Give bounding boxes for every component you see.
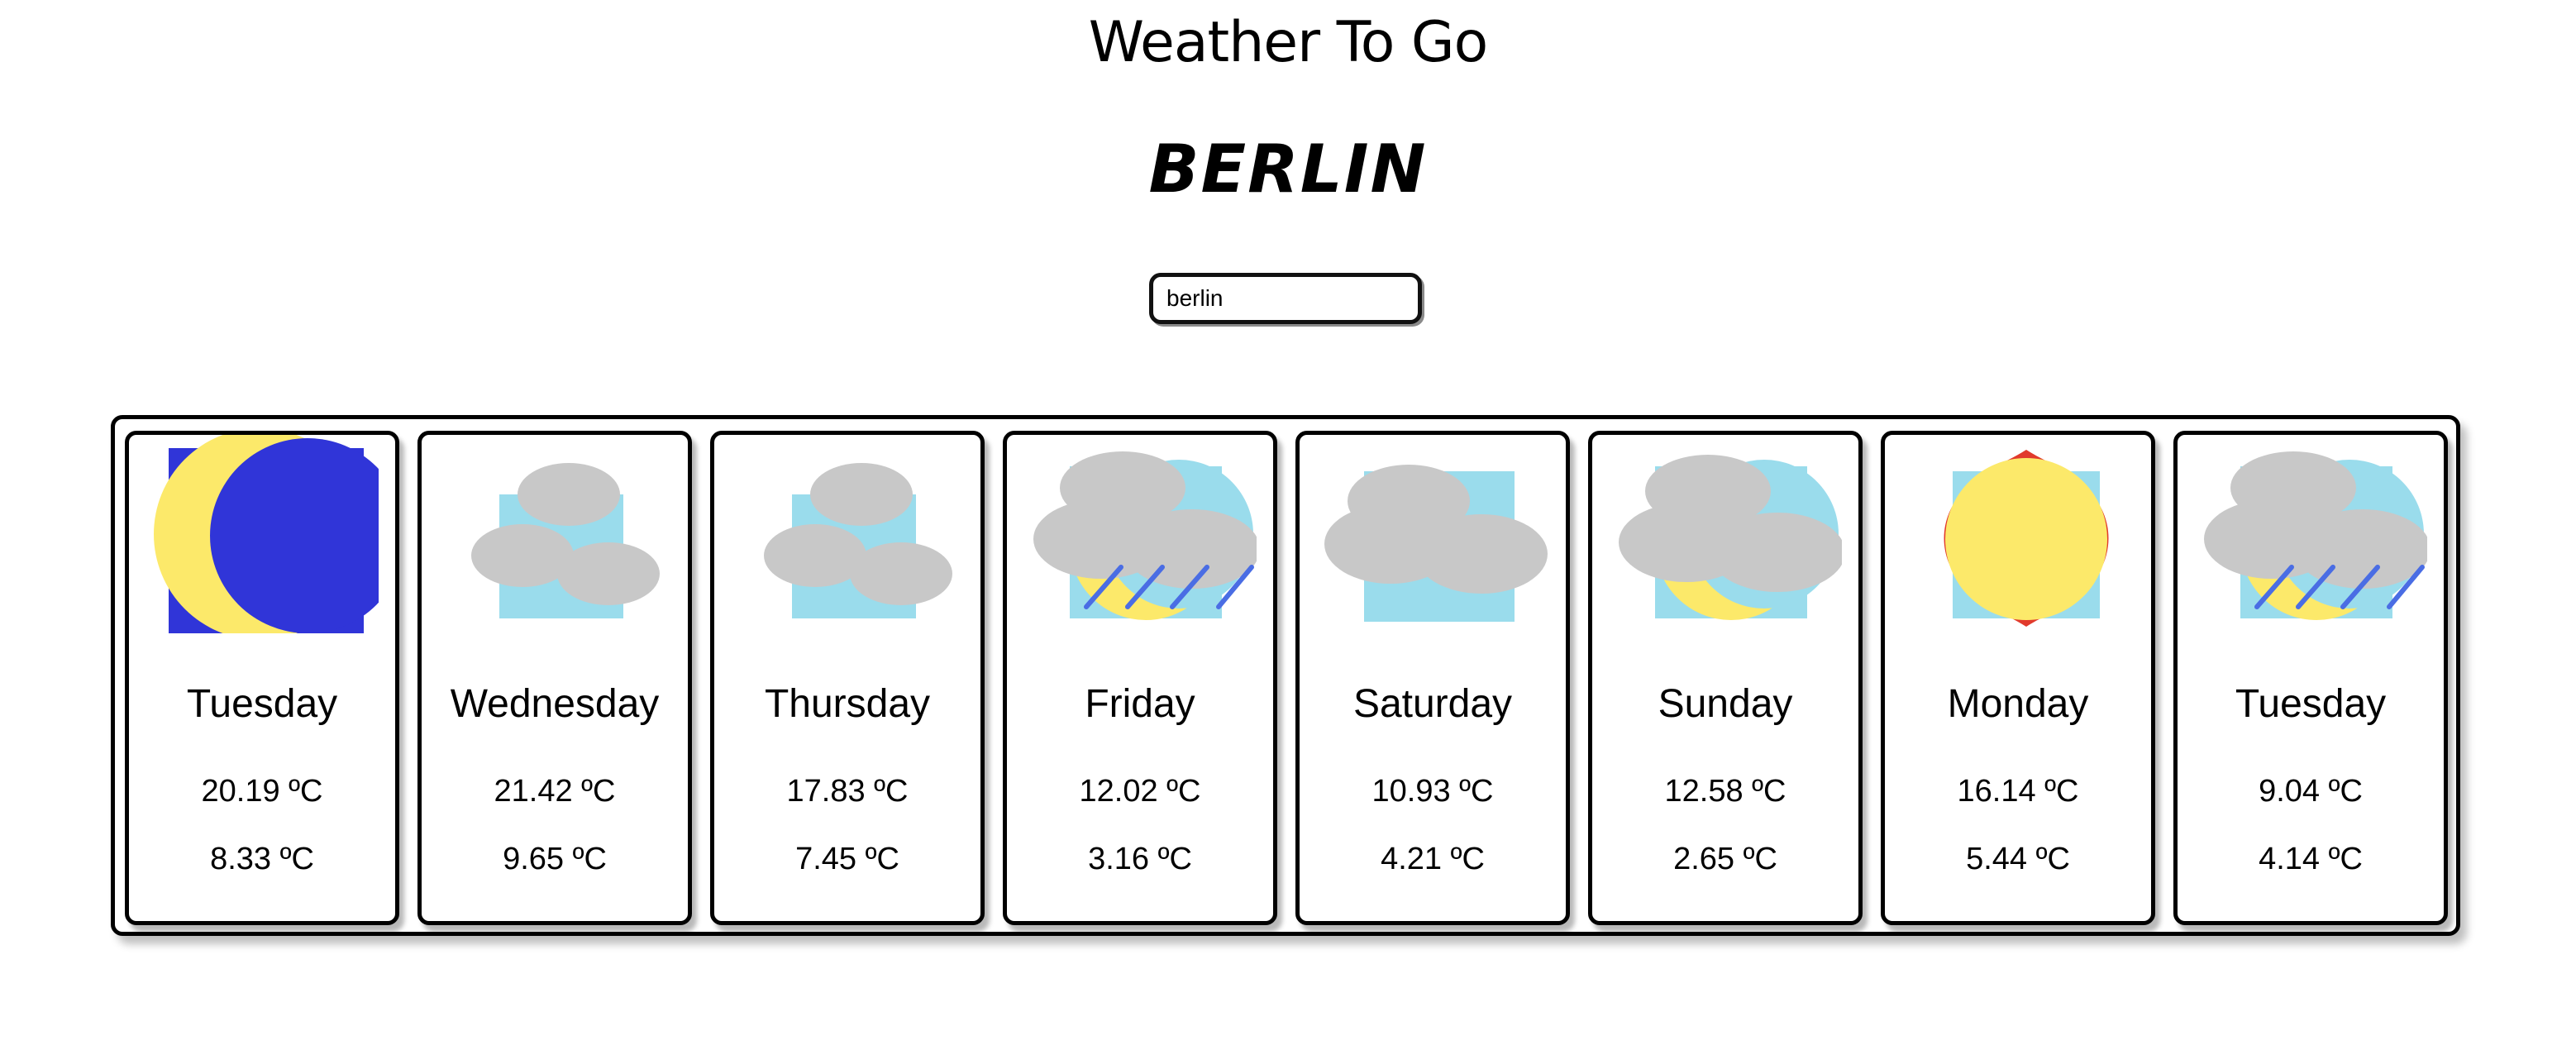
day-label: Saturday xyxy=(1352,682,1513,726)
max-temperature: 9.04 ºC xyxy=(2259,774,2363,809)
city-name: BERLIN xyxy=(1148,131,1428,208)
city-search-input[interactable] xyxy=(1149,273,1422,324)
day-label: Wednesday xyxy=(450,682,660,726)
scattered-clouds-icon xyxy=(471,463,660,618)
forecast-card-wednesday: Wednesday 21.42 ºC 9.65 ºC xyxy=(417,431,692,925)
app-title: Weather To Go xyxy=(1088,10,1488,75)
forecast-card-tuesday-next: Tuesday 9.04 ºC 4.14 ºC xyxy=(2173,431,2448,925)
day-label: Tuesday xyxy=(2235,682,2387,726)
max-temperature: 10.93 ºC xyxy=(1371,774,1494,809)
min-temperature: 8.33 ºC xyxy=(210,842,314,876)
overcast-clouds-icon xyxy=(1324,465,1548,622)
forecast-card-tuesday: Tuesday 20.19 ºC 8.33 ºC xyxy=(125,431,399,925)
forecast-card-monday: Monday 16.14 ºC 5.44 ºC xyxy=(1881,431,2155,925)
max-temperature: 12.58 ºC xyxy=(1664,774,1787,809)
min-temperature: 4.21 ºC xyxy=(1381,842,1485,876)
day-label: Friday xyxy=(1085,682,1195,726)
day-label: Sunday xyxy=(1658,682,1793,726)
forecast-card-thursday: Thursday 17.83 ºC 7.45 ºC xyxy=(710,431,985,925)
partly-cloudy-icon xyxy=(1619,455,1842,620)
forecast-card-saturday: Saturday 10.93 ºC 4.21 ºC xyxy=(1295,431,1570,925)
rain-icon xyxy=(1033,451,1257,620)
min-temperature: 7.45 ºC xyxy=(795,842,899,876)
max-temperature: 17.83 ºC xyxy=(786,774,909,809)
max-temperature: 20.19 ºC xyxy=(201,774,323,809)
min-temperature: 4.14 ºC xyxy=(2259,842,2363,876)
min-temperature: 3.16 ºC xyxy=(1088,842,1192,876)
min-temperature: 2.65 ºC xyxy=(1673,842,1777,876)
day-label: Thursday xyxy=(764,682,931,726)
max-temperature: 21.42 ºC xyxy=(494,774,616,809)
clear-night-icon xyxy=(154,435,379,633)
day-label: Monday xyxy=(1947,682,2089,726)
day-label: Tuesday xyxy=(186,682,338,726)
sunny-icon xyxy=(1944,450,2109,627)
min-temperature: 9.65 ºC xyxy=(503,842,607,876)
max-temperature: 12.02 ºC xyxy=(1079,774,1201,809)
rain-icon xyxy=(2204,451,2427,620)
forecast-panel: Tuesday 20.19 ºC 8.33 ºC Wednesday 21.42… xyxy=(111,415,2460,936)
scattered-clouds-icon xyxy=(764,463,952,618)
forecast-card-friday: Friday 12.02 ºC 3.16 ºC xyxy=(1003,431,1277,925)
min-temperature: 5.44 ºC xyxy=(1966,842,2070,876)
forecast-card-sunday: Sunday 12.58 ºC 2.65 ºC xyxy=(1588,431,1863,925)
max-temperature: 16.14 ºC xyxy=(1957,774,2079,809)
